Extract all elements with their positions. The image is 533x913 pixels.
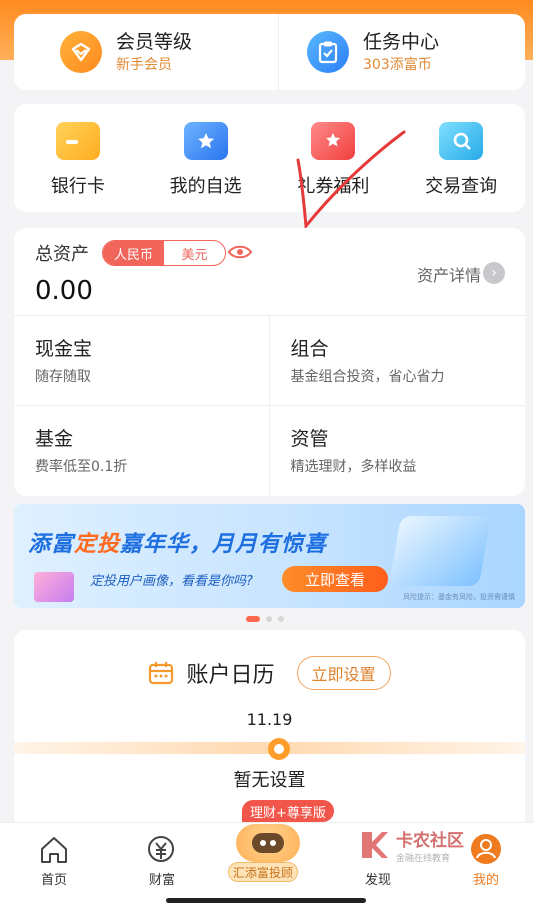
watermark-text: 卡农社区: [396, 831, 464, 851]
assets-card: 总资产 人民币 美元 0.00 资产详情 › 现金宝 随存随取 组合 基金组合投…: [14, 228, 525, 496]
banner-subtitle: 定投用户画像，看看是你吗?: [90, 574, 253, 589]
timeline-marker-icon: [268, 738, 290, 760]
tab-home[interactable]: 首页: [14, 823, 94, 888]
task-center-title: 任务中心: [363, 31, 440, 53]
calendar-empty-text: 暂无设置: [233, 770, 306, 791]
home-indicator: [166, 898, 366, 903]
task-center-entry[interactable]: 任务中心 303添富币: [278, 14, 525, 90]
task-clipboard-icon: [307, 31, 349, 73]
gift-box-icon: [34, 572, 74, 602]
promo-banner[interactable]: 添富定投嘉年华，月月有惊喜 定投用户画像，看看是你吗? 立即查看 风险提示：基金…: [14, 504, 525, 608]
carousel-dot: [278, 616, 284, 622]
book-illustration-icon: [388, 516, 492, 586]
transaction-search-icon: [439, 122, 484, 160]
asset-title: 基金: [35, 428, 74, 450]
member-level-title: 会员等级: [116, 31, 193, 53]
asset-fund[interactable]: 基金 费率低至0.1折: [14, 406, 270, 496]
tab-advisor-label[interactable]: 汇添富投顾: [228, 862, 299, 882]
tab-discover-label: 发现: [364, 873, 391, 888]
member-level-icon: [60, 31, 102, 73]
banner-risk-notice: 风险提示：基金有风险，投资需谨慎: [403, 593, 515, 601]
advisor-badge: 理财+尊享版: [242, 800, 334, 822]
banner-title-c: 嘉年华，月月有惊喜: [120, 532, 328, 557]
currency-toggle[interactable]: 人民币 美元: [102, 240, 226, 266]
favorites-icon: [183, 122, 228, 160]
quick-nav-label: 我的自选: [169, 176, 242, 197]
quick-nav-label: 交易查询: [425, 176, 498, 197]
chevron-right-icon[interactable]: ›: [483, 262, 505, 284]
tab-wealth-label: 财富: [148, 873, 175, 888]
currency-usd-option[interactable]: 美元: [164, 241, 225, 265]
banner-view-button[interactable]: 立即查看: [282, 566, 388, 592]
assets-title: 总资产: [35, 244, 89, 265]
checkmark-annotation-icon: [296, 130, 406, 230]
banner-title: 添富定投嘉年华，月月有惊喜: [28, 526, 327, 558]
currency-cny-option[interactable]: 人民币: [103, 241, 164, 265]
carousel-dot: [266, 616, 272, 622]
watermark: 卡农社区 金融在线教育: [358, 826, 464, 864]
asset-title: 资管: [290, 428, 329, 450]
watermark-sub: 金融在线教育: [396, 854, 451, 864]
tab-wealth[interactable]: 财富: [122, 823, 202, 888]
calendar-header: 账户日历 立即设置: [14, 656, 525, 690]
asset-title: 组合: [290, 338, 329, 360]
quick-nav-label: 银行卡: [50, 176, 105, 197]
task-center-sub: 303添富币: [363, 57, 432, 73]
watermark-logo-icon: [362, 832, 388, 858]
asset-sub: 精选理财，多样收益: [290, 459, 417, 475]
tab-home-label: 首页: [40, 873, 67, 888]
asset-sub: 随存随取: [35, 369, 91, 385]
banner-title-b: 定投: [74, 532, 121, 557]
asset-portfolio[interactable]: 组合 基金组合投资，省心省力: [269, 316, 525, 406]
total-assets-value: 0.00: [35, 276, 93, 306]
home-icon: [38, 827, 70, 865]
carousel-dot-active: [246, 616, 260, 622]
member-card: 会员等级 新手会员 任务中心 303添富币: [14, 14, 525, 90]
assets-header: 总资产 人民币 美元 0.00 资产详情 ›: [14, 228, 525, 316]
asset-sub: 基金组合投资，省心省力: [290, 369, 445, 385]
eye-icon[interactable]: [227, 242, 253, 262]
calendar-title: 账户日历: [186, 663, 275, 688]
member-level-sub: 新手会员: [116, 57, 172, 73]
assets-detail-link[interactable]: 资产详情: [417, 262, 481, 286]
quick-nav: 银行卡 我的自选 礼券福利 交易查询: [14, 104, 525, 212]
asset-sub: 费率低至0.1折: [35, 459, 128, 475]
asset-cash-treasure[interactable]: 现金宝 随存随取: [14, 316, 270, 406]
quick-nav-transactions[interactable]: 交易查询: [397, 104, 525, 212]
calendar-setup-button[interactable]: 立即设置: [296, 656, 391, 690]
banner-title-a: 添富: [28, 532, 75, 557]
profile-icon: [470, 827, 502, 865]
tab-mine-label: 我的: [472, 873, 499, 888]
wealth-icon: [146, 827, 178, 865]
calendar-date: 11.19: [246, 710, 293, 729]
bank-card-icon: [55, 122, 100, 160]
asset-title: 现金宝: [35, 338, 93, 360]
calendar-icon: [149, 662, 174, 685]
quick-nav-bank-card[interactable]: 银行卡: [14, 104, 142, 212]
carousel-indicator: [246, 616, 284, 622]
assets-grid: 现金宝 随存随取 组合 基金组合投资，省心省力 基金 费率低至0.1折 资管 精…: [14, 316, 525, 496]
quick-nav-favorites[interactable]: 我的自选: [142, 104, 270, 212]
asset-management[interactable]: 资管 精选理财，多样收益: [270, 406, 526, 496]
advisor-mascot-icon[interactable]: [236, 824, 300, 862]
member-level-entry[interactable]: 会员等级 新手会员: [14, 14, 278, 90]
